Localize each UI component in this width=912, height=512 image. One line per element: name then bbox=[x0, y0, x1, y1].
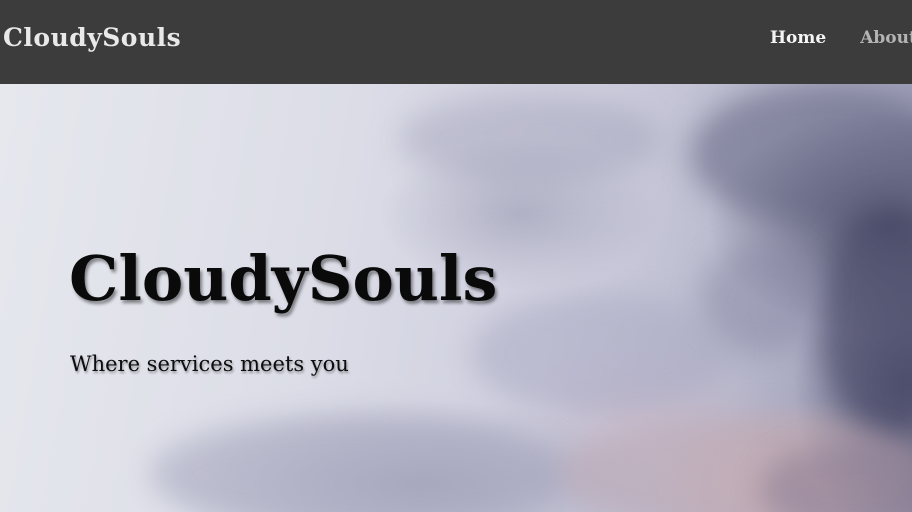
nav-links: Home About bbox=[770, 27, 912, 49]
hero-banner: CloudySouls Where services meets you bbox=[0, 84, 912, 512]
brand-logo-link[interactable]: CloudySouls bbox=[3, 22, 181, 54]
nav-link-home[interactable]: Home bbox=[770, 27, 826, 49]
hero-subtitle: Where services meets you bbox=[70, 352, 349, 376]
hero-title: CloudySouls bbox=[69, 242, 498, 315]
nav-link-about[interactable]: About bbox=[860, 27, 912, 49]
navbar: CloudySouls Home About bbox=[0, 0, 912, 84]
